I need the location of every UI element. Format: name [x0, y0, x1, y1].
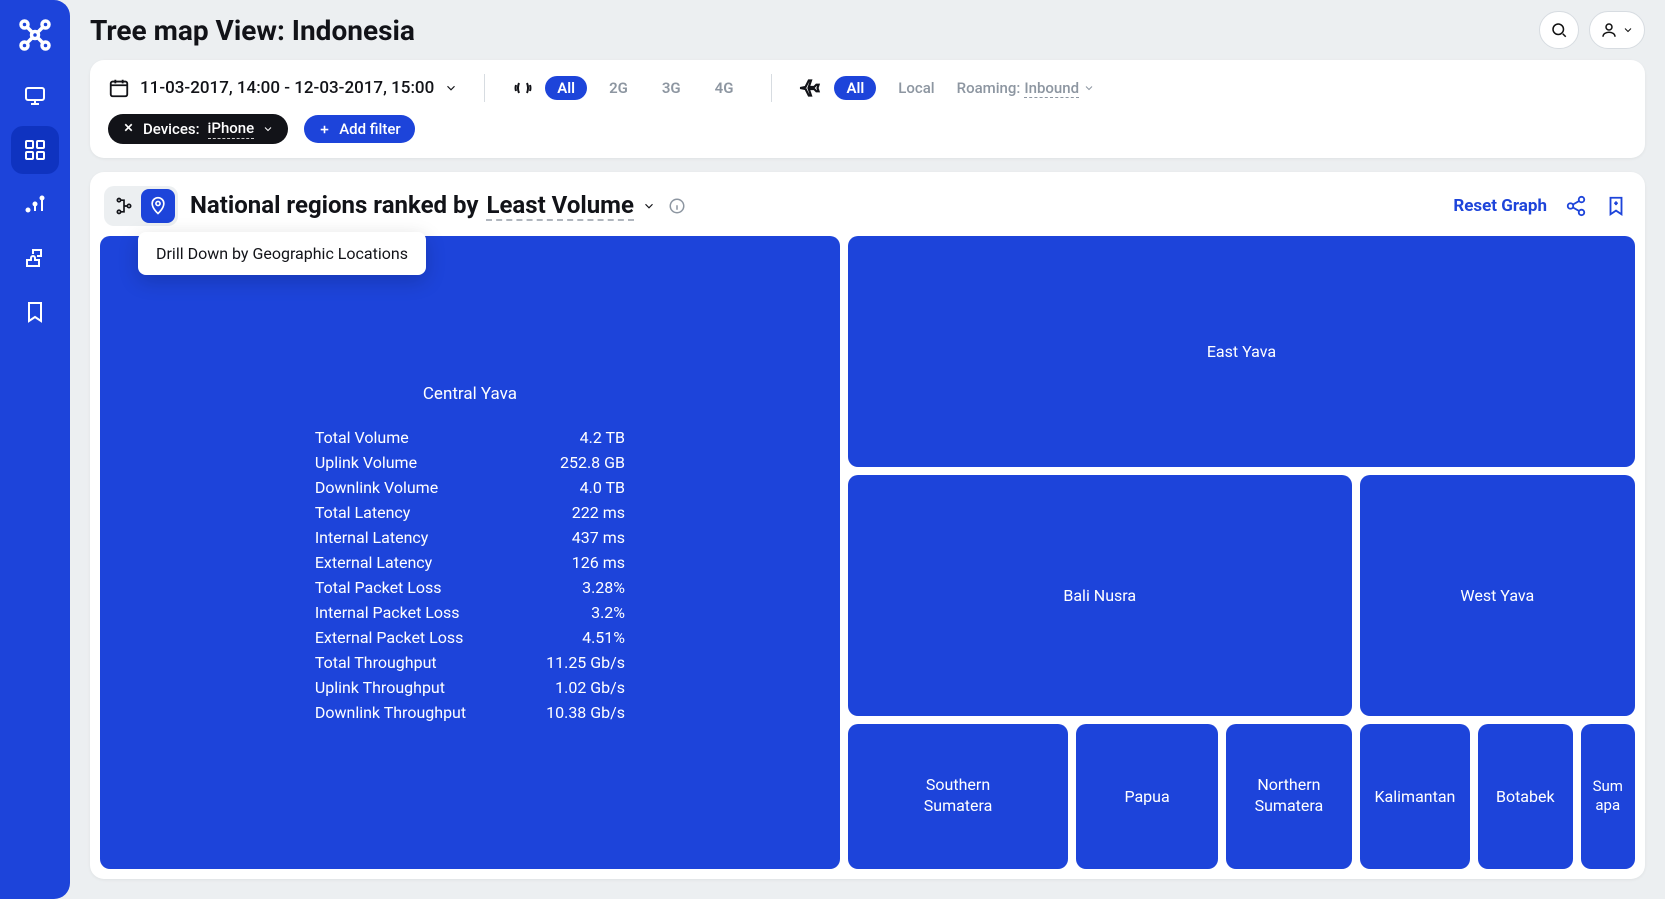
stat-label: Total Volume: [315, 428, 466, 447]
nav-monitor[interactable]: [11, 72, 59, 120]
stat-value: 252.8 GB: [546, 453, 625, 472]
search-button[interactable]: [1539, 11, 1579, 49]
stat-value: 4.0 TB: [546, 478, 625, 497]
chevron-down-icon[interactable]: [642, 199, 656, 213]
signal-icon: [511, 76, 535, 100]
bookmark-add-icon[interactable]: [1605, 195, 1627, 217]
drilldown-toggle: [104, 186, 178, 226]
app-logo: [14, 14, 56, 56]
region-label: Central Yava: [423, 384, 517, 404]
stat-value: 3.2%: [546, 603, 625, 622]
info-icon[interactable]: [668, 197, 686, 215]
stat-value: 437 ms: [546, 528, 625, 547]
sidebar: [0, 0, 70, 899]
stat-label: Uplink Volume: [315, 453, 466, 472]
region-southern-sumatera[interactable]: SouthernSumatera: [848, 724, 1068, 869]
stat-value: 222 ms: [546, 503, 625, 522]
share-icon[interactable]: [1565, 195, 1587, 217]
roaming-local[interactable]: Local: [886, 76, 946, 100]
roaming-filter-group: All Local Roaming: Inbound: [798, 75, 1095, 101]
stat-label: External Packet Loss: [315, 628, 466, 647]
add-filter-button[interactable]: Add filter: [304, 115, 415, 143]
region-kalimantan[interactable]: Kalimantan: [1360, 724, 1470, 869]
network-all[interactable]: All: [545, 76, 587, 100]
stat-label: Total Throughput: [315, 653, 466, 672]
filter-card: 11-03-2017, 14:00 - 12-03-2017, 15:00 Al…: [90, 60, 1645, 158]
user-menu[interactable]: [1589, 11, 1645, 49]
drilldown-tree-button[interactable]: [107, 189, 141, 223]
region-botabek[interactable]: Botabek: [1478, 724, 1572, 869]
region-papua[interactable]: Papua: [1076, 724, 1218, 869]
stat-label: Downlink Volume: [315, 478, 466, 497]
ranking-metric-select[interactable]: Least Volume: [486, 191, 633, 221]
region-west-yava[interactable]: West Yava: [1360, 475, 1635, 716]
chevron-down-icon: [444, 81, 458, 95]
chevron-down-icon: [262, 123, 274, 135]
network-4g[interactable]: 4G: [703, 76, 746, 100]
stat-value: 126 ms: [546, 553, 625, 572]
plus-icon: [318, 123, 331, 136]
stat-label: Downlink Throughput: [315, 703, 466, 722]
page-title: Tree map View: Indonesia: [90, 14, 415, 47]
region-northern-sumatera[interactable]: NorthernSumatera: [1226, 724, 1352, 869]
stat-label: Internal Latency: [315, 528, 466, 547]
roaming-all[interactable]: All: [834, 76, 876, 100]
stat-label: Internal Packet Loss: [315, 603, 466, 622]
stat-label: External Latency: [315, 553, 466, 572]
stat-value: 11.25 Gb/s: [546, 653, 625, 672]
content-card: National regions ranked by Least Volume …: [90, 172, 1645, 879]
treemap: Central Yava Total Volume 4.2 TB Uplink Vo…: [100, 236, 1635, 869]
nav-bookmarks[interactable]: [11, 288, 59, 336]
region-east-yava[interactable]: East Yava: [848, 236, 1635, 467]
reset-graph-button[interactable]: Reset Graph: [1453, 196, 1547, 216]
airplane-icon: [798, 75, 824, 101]
drilldown-geo-button[interactable]: [141, 189, 175, 223]
stat-value: 4.51%: [546, 628, 625, 647]
ranking-title: National regions ranked by Least Volume: [190, 191, 656, 221]
nav-puzzle[interactable]: [11, 234, 59, 282]
roaming-select[interactable]: Roaming: Inbound: [957, 79, 1095, 98]
date-range-picker[interactable]: 11-03-2017, 14:00 - 12-03-2017, 15:00: [108, 77, 458, 99]
stat-value: 10.38 Gb/s: [546, 703, 625, 722]
region-central-yava[interactable]: Central Yava Total Volume 4.2 TB Uplink Vo…: [100, 236, 840, 869]
region-bali-nusra[interactable]: Bali Nusra: [848, 475, 1352, 716]
stat-label: Total Packet Loss: [315, 578, 466, 597]
drilldown-tooltip: Drill Down by Geographic Locations: [138, 232, 426, 275]
topbar: Tree map View: Indonesia: [90, 0, 1645, 60]
region-stats: Total Volume 4.2 TB Uplink Volume 252.8 GB D…: [315, 428, 625, 722]
nav-analytics[interactable]: [11, 180, 59, 228]
network-2g[interactable]: 2G: [597, 76, 640, 100]
region-sumapa[interactable]: Sumapa: [1581, 724, 1636, 869]
divider: [771, 74, 772, 102]
remove-chip-icon[interactable]: [122, 120, 135, 138]
stat-label: Total Latency: [315, 503, 466, 522]
card-header: National regions ranked by Least Volume …: [100, 186, 1635, 236]
network-filter-group: All 2G 3G 4G: [511, 76, 745, 100]
divider: [484, 74, 485, 102]
device-filter-chip[interactable]: Devices: iPhone: [108, 114, 288, 144]
stat-value: 3.28%: [546, 578, 625, 597]
chevron-down-icon: [1083, 82, 1095, 94]
main: Tree map View: Indonesia 11-03-2017, 14:…: [70, 0, 1665, 899]
stat-value: 1.02 Gb/s: [546, 678, 625, 697]
nav-dashboard[interactable]: [11, 126, 59, 174]
network-3g[interactable]: 3G: [650, 76, 693, 100]
date-range-text: 11-03-2017, 14:00 - 12-03-2017, 15:00: [140, 78, 434, 98]
stat-value: 4.2 TB: [546, 428, 625, 447]
stat-label: Uplink Throughput: [315, 678, 466, 697]
